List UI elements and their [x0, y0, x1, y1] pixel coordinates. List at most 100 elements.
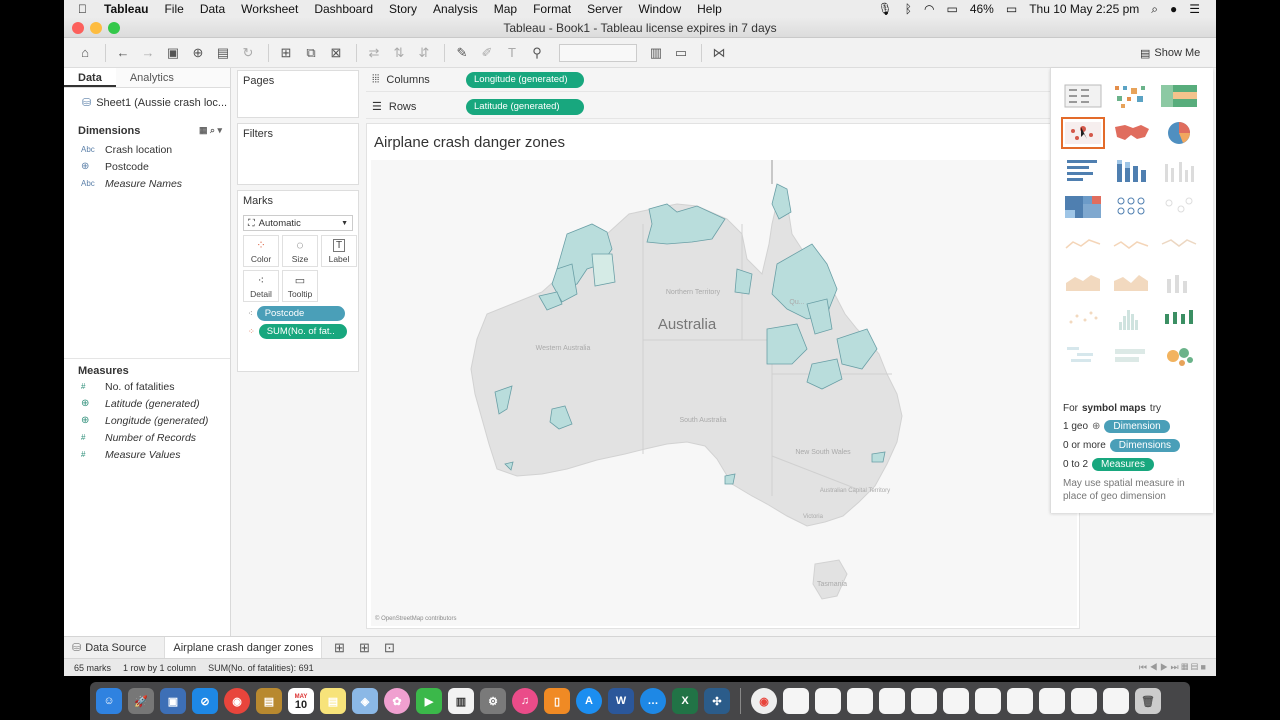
menu-dashboard[interactable]: Dashboard [314, 2, 373, 16]
chart-side-by-side-bars[interactable] [1157, 154, 1201, 186]
chart-highlight-table[interactable] [1157, 80, 1201, 112]
word-icon[interactable]: W [608, 688, 634, 714]
minimized-window-icon[interactable] [1039, 688, 1065, 714]
save-icon[interactable]: ▣ [162, 42, 184, 64]
apple-menu-icon[interactable]:  [78, 2, 92, 16]
chart-horizontal-bars[interactable] [1061, 154, 1105, 186]
clear-sheet-icon[interactable]: ⊠ [325, 42, 347, 64]
chart-heat-map[interactable] [1109, 80, 1153, 112]
sort-ascending-icon[interactable]: ⇅ [388, 42, 410, 64]
chart-dual-lines[interactable] [1157, 228, 1201, 260]
chart-histogram[interactable] [1109, 302, 1153, 334]
chart-treemap[interactable] [1061, 191, 1105, 223]
menu-file[interactable]: File [164, 2, 183, 16]
tab-analytics[interactable]: Analytics [115, 68, 230, 87]
minimized-window-icon[interactable] [1103, 688, 1129, 714]
field-postcode[interactable]: ⊕ Postcode [64, 158, 230, 175]
columns-shelf[interactable]: ⦙⦙⦙ Columns Longitude (generated) [366, 68, 1050, 92]
battery-icon[interactable]: ▭ [1006, 2, 1017, 16]
new-worksheet-tab-icon[interactable]: ⊞ [328, 637, 350, 659]
rows-shelf[interactable]: ☰ Rows Latitude (generated) [366, 95, 1050, 119]
numbers-icon[interactable]: ▥ [448, 688, 474, 714]
zoom-window-button[interactable] [108, 22, 120, 34]
spotlight-icon[interactable]: ⌕ [1151, 2, 1158, 17]
messages-icon[interactable]: … [640, 688, 666, 714]
highlight-icon[interactable]: ✎ [451, 42, 473, 64]
field-crash-location[interactable]: Abc Crash location [64, 141, 230, 158]
minimized-window-icon[interactable] [879, 688, 905, 714]
launchpad-icon[interactable]: 🚀 [128, 688, 154, 714]
menu-format[interactable]: Format [533, 2, 571, 16]
refresh-icon[interactable]: ↻ [237, 42, 259, 64]
label-button[interactable]: T Label [321, 235, 357, 267]
new-data-source-icon[interactable]: ⊕ [187, 42, 209, 64]
chart-side-by-side-circles[interactable] [1157, 191, 1201, 223]
pages-shelf[interactable]: Pages [237, 70, 359, 118]
mark-type-dropdown[interactable]: ⛶ Automatic ▼ [243, 215, 353, 231]
menu-server[interactable]: Server [587, 2, 622, 16]
menu-worksheet[interactable]: Worksheet [241, 2, 298, 16]
map-attribution[interactable]: © OpenStreetMap contributors [375, 616, 456, 622]
color-button[interactable]: ⁘ Color [243, 235, 279, 267]
clock[interactable]: Thu 10 May 2:25 pm [1029, 2, 1139, 16]
minimized-window-icon[interactable] [1071, 688, 1097, 714]
excel-icon[interactable]: X [672, 688, 698, 714]
calendar-icon[interactable]: MAY 10 [288, 688, 314, 714]
minimize-window-button[interactable] [90, 22, 102, 34]
minimized-window-icon[interactable] [815, 688, 841, 714]
chart-filled-map[interactable] [1109, 117, 1153, 149]
field-no-of-fatalities[interactable]: # No. of fatalities [64, 378, 208, 395]
minimized-window-icon[interactable] [847, 688, 873, 714]
chrome-icon[interactable]: ◉ [224, 688, 250, 714]
field-latitude-generated[interactable]: ⊕ Latitude (generated) [64, 395, 208, 412]
battery-percent[interactable]: 46% [970, 2, 994, 16]
menu-analysis[interactable]: Analysis [433, 2, 478, 16]
chart-stacked-bars[interactable] [1109, 154, 1153, 186]
field-measure-values[interactable]: # Measure Values [64, 446, 208, 463]
menu-window[interactable]: Window [638, 2, 681, 16]
microphone-icon[interactable]: 🎙 [878, 2, 893, 16]
minimized-window-icon[interactable] [943, 688, 969, 714]
redo-icon[interactable]: → [137, 42, 159, 64]
tab-airplane-crash-danger-zones[interactable]: Airplane crash danger zones [164, 636, 323, 659]
field-number-of-records[interactable]: # Number of Records [64, 429, 208, 446]
finder-icon[interactable]: ☺ [96, 688, 122, 714]
menu-story[interactable]: Story [389, 2, 417, 16]
chrome-window-icon[interactable]: ◉ [751, 688, 777, 714]
siri-icon[interactable]: ● [1170, 2, 1177, 16]
maps-icon[interactable]: ◈ [352, 688, 378, 714]
close-window-button[interactable] [72, 22, 84, 34]
menu-help[interactable]: Help [697, 2, 722, 16]
minimized-window-icon[interactable] [911, 688, 937, 714]
wifi-icon[interactable]: ◠ [924, 2, 934, 16]
swap-rows-columns-icon[interactable]: ⇄ [363, 42, 385, 64]
chart-bullet-graph[interactable] [1109, 339, 1153, 371]
notes-icon[interactable]: ▤ [320, 688, 346, 714]
chart-gantt[interactable] [1061, 339, 1105, 371]
worksheet-view[interactable]: Airplane crash danger zones Australia We… [366, 123, 1080, 629]
latitude-pill[interactable]: Latitude (generated) [466, 98, 584, 115]
itunes-icon[interactable]: ♫ [512, 688, 538, 714]
new-dashboard-tab-icon[interactable]: ⊞ [353, 637, 375, 659]
home-icon[interactable]: ⌂ [74, 42, 96, 64]
chart-lines-discrete[interactable] [1109, 228, 1153, 260]
show-cards-icon[interactable]: ▥ [645, 42, 667, 64]
postcode-detail-pill[interactable]: Postcode [256, 306, 345, 321]
show-me-button[interactable]: ▤ Show Me [1132, 38, 1216, 68]
duplicate-sheet-icon[interactable]: ⧉ [300, 42, 322, 64]
notefile-icon[interactable]: ▤ [256, 688, 282, 714]
chart-area-continuous[interactable] [1061, 265, 1105, 297]
ibooks-icon[interactable]: ▯ [544, 688, 570, 714]
minimized-window-icon[interactable] [783, 688, 809, 714]
safari-icon[interactable]: ⊘ [192, 688, 218, 714]
share-icon[interactable]: ⋈ [708, 42, 730, 64]
field-measure-names[interactable]: Abc Measure Names [64, 175, 230, 192]
chart-scatter-plot[interactable] [1061, 302, 1105, 334]
app-store-icon[interactable]: A [576, 688, 602, 714]
menu-map[interactable]: Map [494, 2, 517, 16]
system-preferences-icon[interactable]: ⚙ [480, 688, 506, 714]
longitude-pill[interactable]: Longitude (generated) [466, 71, 584, 88]
fit-dropdown[interactable] [559, 43, 637, 62]
notification-center-icon[interactable]: ☰ [1189, 2, 1200, 16]
fix-axes-icon[interactable]: ⚲ [526, 42, 548, 64]
